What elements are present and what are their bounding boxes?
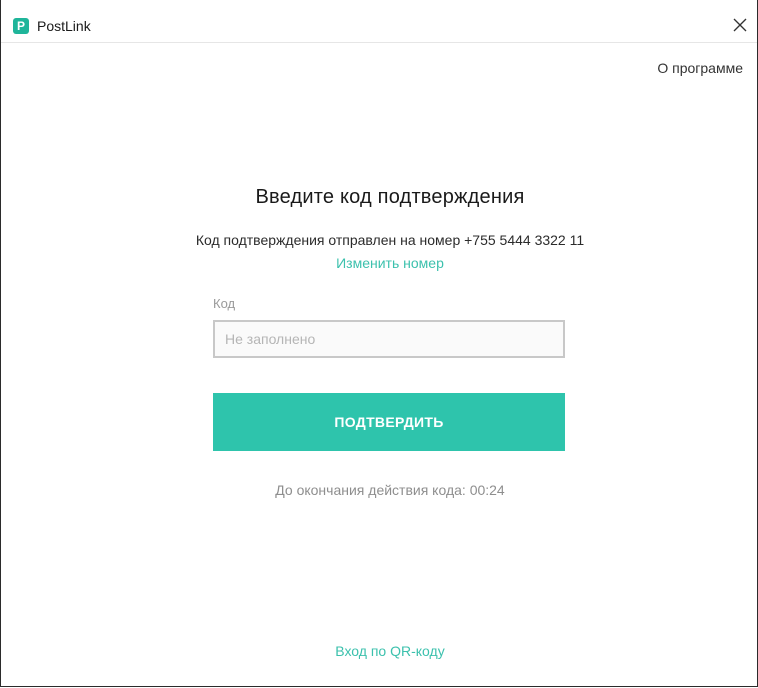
window-title: PostLink [37, 18, 91, 34]
code-expiry-timer: До окончания действия кода: 00:24 [1, 482, 758, 498]
title-bar: P PostLink [1, 0, 757, 43]
about-link[interactable]: О программе [657, 60, 743, 76]
code-sent-message: Код подтверждения отправлен на номер +75… [195, 232, 585, 248]
close-icon [733, 18, 747, 32]
postlink-logo-icon: P [13, 18, 29, 34]
timer-prefix: До окончания действия кода: [275, 482, 466, 498]
page-title: Введите код подтверждения [255, 186, 525, 208]
app-window: P PostLink О программе Введите код подтв… [0, 0, 758, 687]
code-field-label: Код [213, 296, 236, 311]
qr-login-link[interactable]: Вход по QR-коду [1, 643, 758, 659]
timer-value: 00:24 [469, 482, 505, 498]
close-button[interactable] [729, 14, 751, 36]
code-input[interactable] [213, 320, 565, 358]
confirm-button[interactable]: ПОДТВЕРДИТЬ [213, 393, 565, 451]
change-number-link[interactable]: Изменить номер [1, 255, 758, 271]
